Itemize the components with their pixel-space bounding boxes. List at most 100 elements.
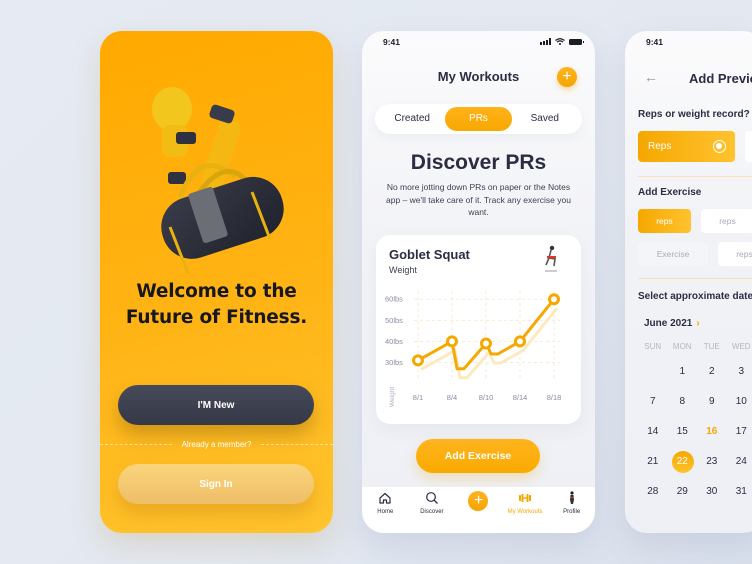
calendar-day[interactable]: 24 — [727, 452, 752, 482]
calendar-day[interactable]: 17 — [727, 422, 752, 452]
tabbar-discover[interactable]: Discover — [409, 487, 456, 533]
add-exercise-heading: Add Exercise — [638, 187, 702, 198]
calendar-week: 1 2 3 — [638, 362, 752, 392]
chevron-right-icon[interactable]: › — [696, 318, 699, 329]
day-number: 8 — [679, 396, 686, 407]
calendar-day[interactable]: 3 — [727, 362, 752, 392]
x-tick-label: 8/18 — [547, 393, 562, 402]
already-member-text: Already a member? — [181, 439, 252, 449]
page-title: Add Previo — [689, 71, 752, 86]
calendar-week: 21 22 23 24 — [638, 451, 752, 482]
radio-selected-icon — [713, 140, 726, 153]
tabbar-my-workouts[interactable]: My Workouts — [502, 487, 549, 533]
day-number: 17 — [735, 426, 747, 437]
chip-reps[interactable]: reps — [718, 242, 752, 266]
pr-chart-card[interactable]: Goblet Squat Weight 30lbs 40lbs 50lbs 60lbs… — [376, 235, 581, 424]
chip-exercise[interactable]: Exercise — [638, 242, 708, 266]
x-tick-label: 8/1 — [413, 393, 423, 402]
day-number: 30 — [706, 486, 718, 497]
day-number: 1 — [679, 366, 686, 377]
calendar-empty — [638, 362, 668, 392]
record-type-question: Reps or weight record? — [638, 109, 750, 120]
tab-created[interactable]: Created — [379, 107, 445, 131]
discover-title: Discover PRs — [410, 151, 547, 174]
my-workouts-screen: 9:41 My Workouts + Created PRs Saved Dis… — [362, 31, 595, 533]
tabbar-home[interactable]: Home — [362, 487, 409, 533]
wifi-icon — [555, 38, 565, 45]
weekday: TUE — [703, 342, 720, 351]
tabbar-add[interactable]: + — [455, 487, 502, 533]
x-tick-label: 8/10 — [479, 393, 494, 402]
calendar-day-selected[interactable]: 22 — [668, 451, 698, 482]
battery-icon — [569, 38, 584, 45]
option-label: Reps — [648, 141, 672, 152]
profile-icon — [569, 491, 574, 504]
signal-icon — [540, 38, 551, 45]
calendar-day[interactable]: 30 — [697, 482, 727, 512]
plus-icon: + — [468, 491, 489, 511]
bottom-tab-bar: Home Discover + My Workouts Profile — [362, 487, 595, 533]
weekday: SUN — [644, 342, 662, 351]
gym-bag-illustration — [152, 87, 284, 274]
tabbar-label: Home — [377, 509, 394, 515]
onboarding-screen: Welcome to the Future of Fitness. I'M Ne… — [100, 31, 333, 533]
calendar-day[interactable]: 7 — [638, 392, 668, 422]
calendar-day[interactable]: 10 — [727, 392, 752, 422]
discover-description: No more jotting down PRs on paper or the… — [386, 182, 571, 217]
weekday: MON — [672, 342, 692, 351]
calendar-week: 28 29 30 31 — [638, 482, 752, 512]
weight-line-chart: 30lbs40lbs50lbs60lbs 8/1 8/4 8/10 8/14 8/18 … — [385, 291, 562, 407]
calendar-day[interactable]: 31 — [727, 482, 752, 512]
calendar-day[interactable]: 2 — [697, 362, 727, 392]
calendar-week: 14 15 16 17 — [638, 422, 752, 452]
tabbar-profile[interactable]: Profile — [548, 487, 595, 533]
welcome-headline: Welcome to the Future of Fitness. — [100, 279, 333, 331]
calendar-day[interactable]: 21 — [638, 452, 668, 482]
y-tick-label: 60lbs — [385, 295, 403, 304]
day-number: 31 — [735, 486, 747, 497]
calendar-day[interactable]: 29 — [668, 482, 698, 512]
day-number: 10 — [735, 396, 747, 407]
calendar-day[interactable]: 23 — [697, 452, 727, 482]
month-label: June 2021 — [644, 318, 693, 329]
search-icon — [425, 492, 438, 504]
sign-in-button[interactable]: Sign In — [118, 464, 314, 504]
home-icon — [379, 492, 391, 504]
day-number: 16 — [706, 426, 718, 437]
status-time: 9:41 — [646, 37, 664, 47]
segmented-tabs: Created PRs Saved — [375, 104, 582, 134]
y-tick-label: 30lbs — [385, 358, 403, 367]
chip-reps-selected[interactable]: reps — [638, 209, 691, 233]
day-number: 15 — [676, 426, 688, 437]
calendar-day[interactable]: 1 — [668, 362, 698, 392]
divider — [638, 176, 752, 177]
add-exercise-button[interactable]: Add Exercise — [416, 439, 540, 473]
weekday: WED — [731, 342, 751, 351]
divider — [638, 278, 752, 279]
calendar-day[interactable]: 16 — [697, 422, 727, 452]
calendar-day[interactable]: 9 — [697, 392, 727, 422]
tabbar-label: Profile — [563, 509, 581, 515]
calendar-day[interactable]: 15 — [668, 422, 698, 452]
option-reps[interactable]: Reps — [638, 131, 735, 162]
option-weight[interactable] — [745, 131, 752, 162]
month-selector[interactable]: June 2021 › — [644, 318, 700, 329]
add-workout-button[interactable]: + — [557, 67, 577, 87]
back-arrow-icon[interactable]: ← — [644, 69, 658, 85]
day-number: 29 — [676, 486, 688, 497]
status-icons — [540, 38, 584, 45]
tab-prs[interactable]: PRs — [445, 107, 512, 131]
y-axis-label: Weight — [389, 387, 396, 407]
im-new-button[interactable]: I'M New — [118, 385, 314, 425]
calendar-day[interactable]: 28 — [638, 482, 668, 512]
day-number: 22 — [676, 456, 688, 467]
data-point — [446, 335, 458, 348]
tab-saved[interactable]: Saved — [512, 107, 578, 131]
x-tick-label: 8/4 — [447, 393, 457, 402]
calendar-day[interactable]: 14 — [638, 422, 668, 452]
calendar-day[interactable]: 8 — [668, 392, 698, 422]
day-number: 3 — [738, 366, 745, 377]
calendar: SUN MON TUE WED 1 2 3 7 8 9 10 14 15 16 17 21 22 23 24… — [638, 342, 752, 512]
calendar-week: 7 8 9 10 — [638, 392, 752, 422]
chip-reps[interactable]: reps — [701, 209, 752, 233]
